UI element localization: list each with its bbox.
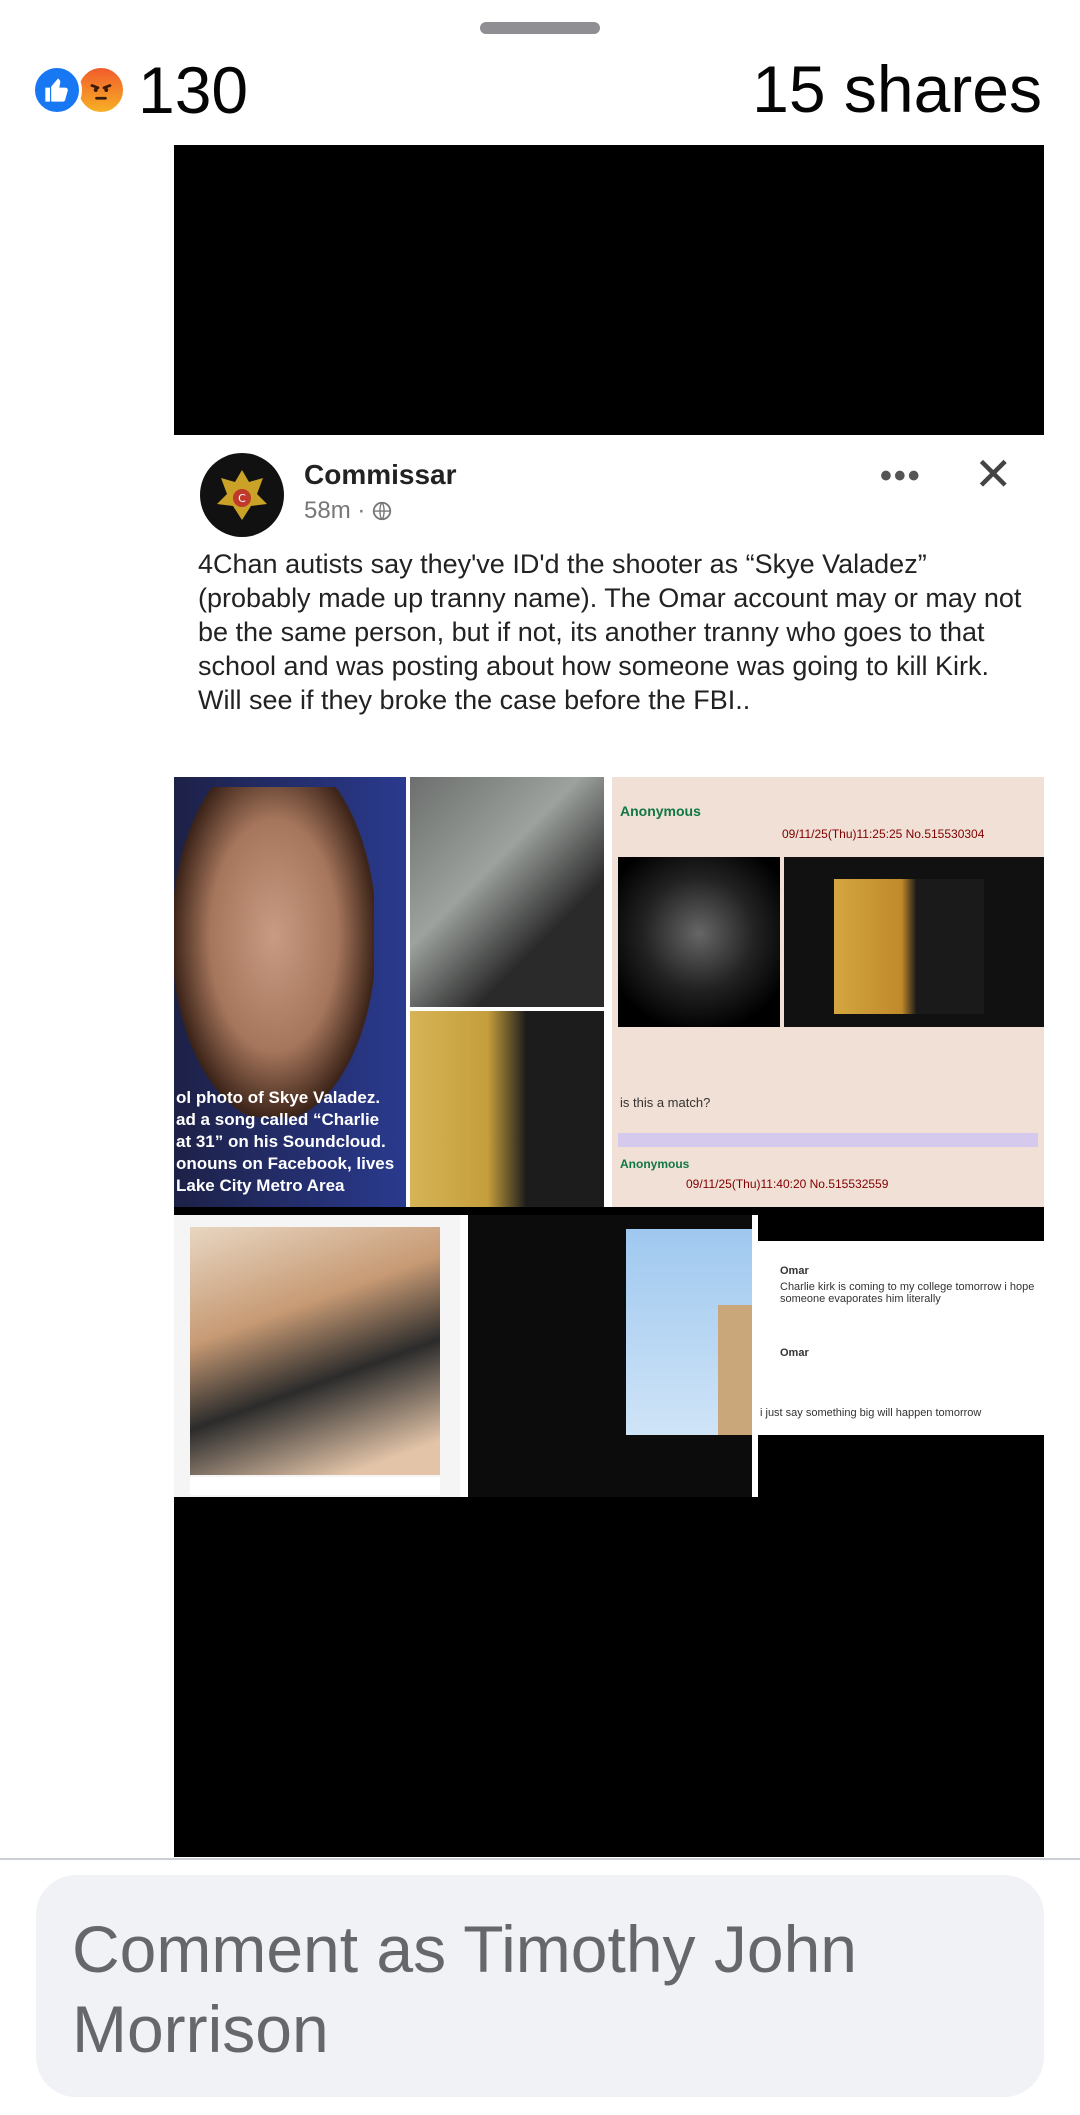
forum-screenshot: Anonymous 09/11/25(Thu)11:25:25 No.51553… xyxy=(612,777,1044,1207)
chan-question: is this a match? xyxy=(620,1095,711,1110)
chan-date-1: 09/11/25(Thu)11:25:25 No.515530304 xyxy=(782,827,985,841)
tweet-user-2: Omar xyxy=(780,1347,809,1359)
reaction-count: 130 xyxy=(138,53,249,127)
tweet-line-1: Charlie kirk is coming to my college tom… xyxy=(780,1281,1035,1305)
author-avatar: C xyxy=(200,453,284,537)
post-stats: 130 15 shares xyxy=(32,52,1042,132)
shares-count[interactable]: 15 shares xyxy=(752,56,1042,122)
photo-grid-bottom: Omar Charlie kirk is coming to my colleg… xyxy=(174,1215,1044,1497)
yearbook-caption: ol photo of Skye Valadez. ad a song call… xyxy=(176,1088,395,1195)
chan-thumb-2 xyxy=(784,857,1044,1027)
comment-input[interactable]: Comment as Timothy John Morrison xyxy=(36,1875,1044,2097)
divider xyxy=(0,1858,1080,1860)
reactions-sheet: 130 15 shares C Commissar 58m · ••• ✕ 4C… xyxy=(0,0,1080,2115)
post-text: 4Chan autists say they've ID'd the shoot… xyxy=(198,549,1022,715)
photo-grid-top: ol photo of Skye Valadez. ad a song call… xyxy=(174,777,1044,1207)
like-icon xyxy=(32,65,82,115)
tweet-user: Omar xyxy=(780,1265,809,1277)
globe-icon xyxy=(373,501,392,521)
drag-handle[interactable] xyxy=(480,22,600,34)
yearbook-photo: ol photo of Skye Valadez. ad a song call… xyxy=(174,777,406,1207)
angry-icon xyxy=(76,65,126,115)
post-time: 58m · xyxy=(304,497,366,524)
security-photo-2 xyxy=(410,1011,604,1207)
eagle-crest-icon: C xyxy=(217,470,267,520)
chan-poster-2: Anonymous xyxy=(620,1157,690,1171)
embedded-post: C Commissar 58m · ••• ✕ 4Chan autists sa… xyxy=(174,435,1044,797)
selfie-photo xyxy=(174,1215,460,1497)
dark-screenshot xyxy=(468,1215,752,1497)
reactions-summary[interactable]: 130 xyxy=(32,57,248,123)
chan-poster: Anonymous xyxy=(620,803,701,819)
close-icon: ✕ xyxy=(974,448,1013,500)
svg-text:C: C xyxy=(238,492,246,505)
tweet-screenshot: Omar Charlie kirk is coming to my colleg… xyxy=(758,1215,1044,1497)
chan-links xyxy=(618,1133,1038,1147)
post-author: Commissar xyxy=(304,459,457,490)
more-options-icon: ••• xyxy=(880,457,922,495)
tweet-line-2: i just say something big will happen tom… xyxy=(760,1407,982,1419)
face-shape xyxy=(174,787,374,1117)
chan-thumb-1 xyxy=(618,857,780,1027)
shared-screenshot[interactable]: C Commissar 58m · ••• ✕ 4Chan autists sa… xyxy=(174,145,1044,1857)
security-photo-1 xyxy=(410,777,604,1007)
post-meta: 58m · xyxy=(304,497,393,525)
chan-date-2: 09/11/25(Thu)11:40:20 No.515532559 xyxy=(686,1177,889,1191)
comment-placeholder: Comment as Timothy John Morrison xyxy=(72,1912,857,2066)
